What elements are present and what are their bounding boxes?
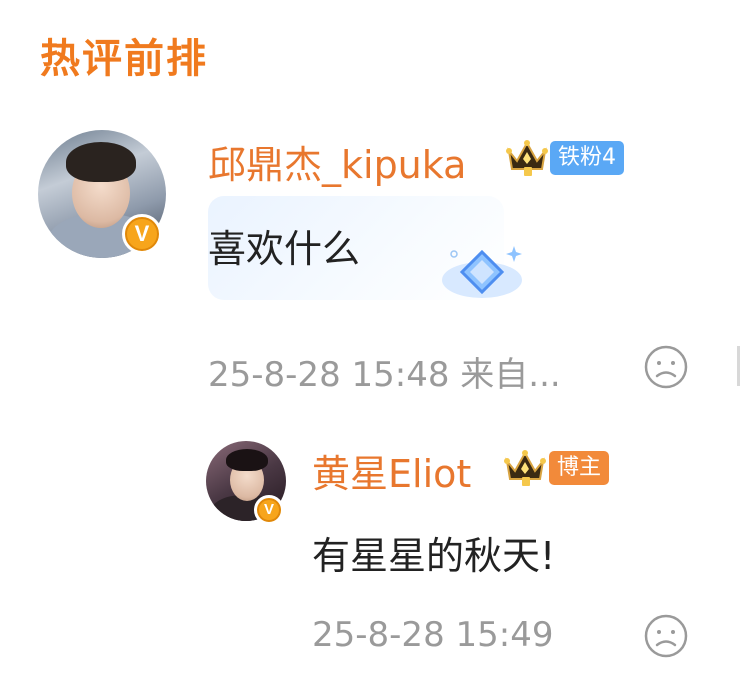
crown-level-icon (504, 450, 546, 486)
sad-face-icon[interactable] (643, 344, 689, 390)
diamond-sparkle-icon (442, 246, 522, 298)
blogger-badge: 博主 (549, 451, 610, 485)
reply-meta: 25-8-28 15:49 (312, 615, 554, 655)
fan-level-badge[interactable]: 铁粉4 (550, 141, 624, 175)
reply-username[interactable]: 黄星Eliot (312, 443, 471, 498)
reply-text: 有星星的秋天! (312, 534, 556, 578)
section-title: 热评前排 (40, 36, 208, 82)
comment-text: 喜欢什么 (208, 227, 361, 271)
scroll-edge-divider (737, 346, 740, 386)
crown-level-icon (506, 140, 548, 176)
verified-badge-icon: V (254, 495, 284, 525)
sad-face-icon[interactable] (643, 613, 689, 659)
comment-meta: 25-8-28 15:48 来自... (208, 355, 561, 395)
verified-badge-icon: V (122, 214, 162, 254)
comment-username[interactable]: 邱鼎杰_kipuka (208, 134, 466, 189)
